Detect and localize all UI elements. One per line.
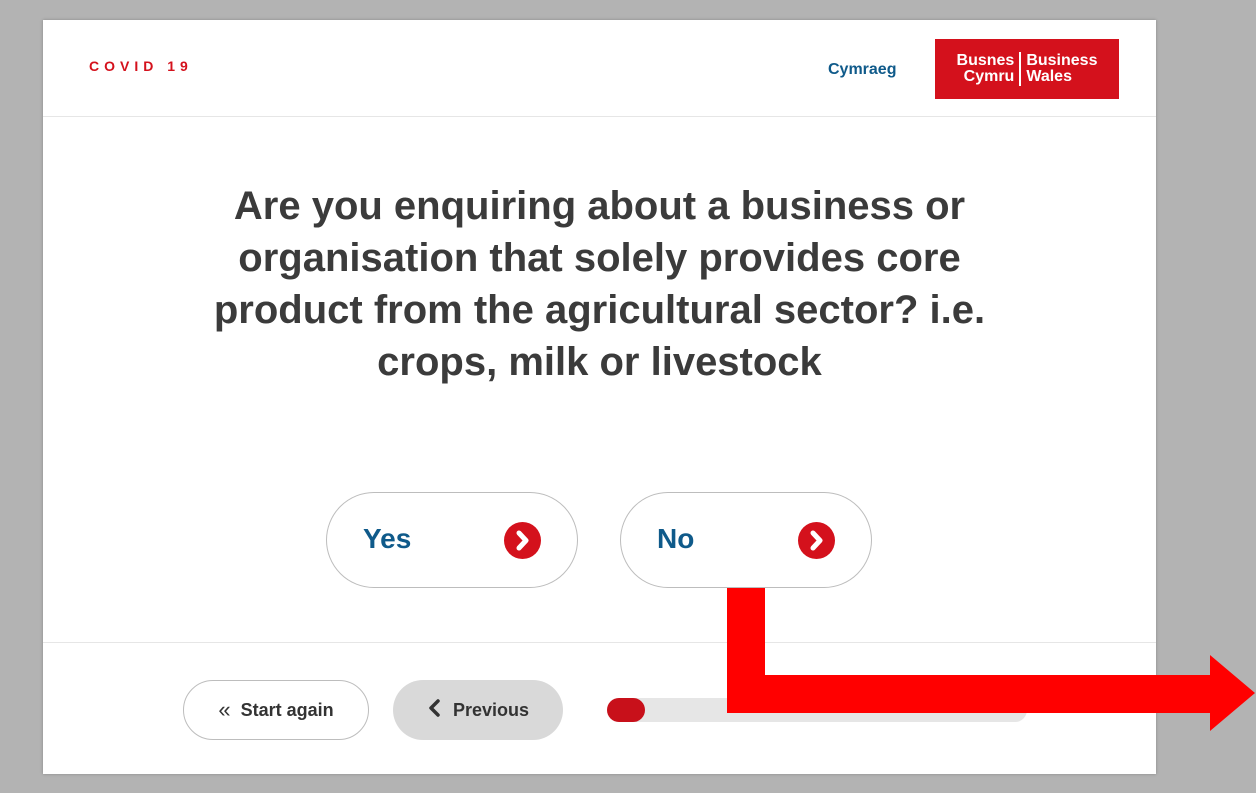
- no-label: No: [657, 523, 695, 554]
- logo-welsh-text: Busnes Cymru: [957, 53, 1015, 85]
- question-card: COVID 19 Cymraeg Busnes Cymru Business W…: [43, 20, 1156, 774]
- progress-fill: [607, 698, 645, 722]
- previous-label: Previous: [452, 699, 530, 720]
- logo-welsh-line2: Cymru: [963, 68, 1015, 85]
- start-again-button[interactable]: « Start again: [183, 680, 369, 740]
- language-toggle-link[interactable]: Cymraeg: [828, 61, 896, 79]
- logo-divider: [1019, 52, 1022, 86]
- chevron-right-circle-icon: [504, 522, 541, 559]
- yes-label: Yes: [363, 523, 412, 554]
- busnes-cymru-logo[interactable]: Busnes Cymru Business Wales: [935, 39, 1119, 99]
- chevron-left-icon: [427, 698, 441, 723]
- footer-divider: [43, 642, 1156, 643]
- covid-label: COVID 19: [89, 58, 193, 74]
- double-chevron-left-icon: «: [218, 697, 231, 722]
- no-button[interactable]: No: [620, 492, 872, 588]
- chevron-right-circle-icon: [798, 522, 835, 559]
- progress-bar: [607, 698, 1027, 722]
- previous-button[interactable]: Previous: [393, 680, 563, 740]
- start-again-label: Start again: [240, 699, 334, 720]
- header: COVID 19 Cymraeg Busnes Cymru Business W…: [43, 20, 1156, 117]
- question-heading: Are you enquiring about a business or or…: [213, 184, 986, 384]
- logo-english-line1: Business: [1026, 52, 1098, 69]
- yes-button[interactable]: Yes: [326, 492, 578, 588]
- logo-english-text: Business Wales: [1026, 53, 1097, 85]
- logo-english-line2: Wales: [1026, 68, 1072, 85]
- logo-welsh-line1: Busnes: [956, 52, 1015, 69]
